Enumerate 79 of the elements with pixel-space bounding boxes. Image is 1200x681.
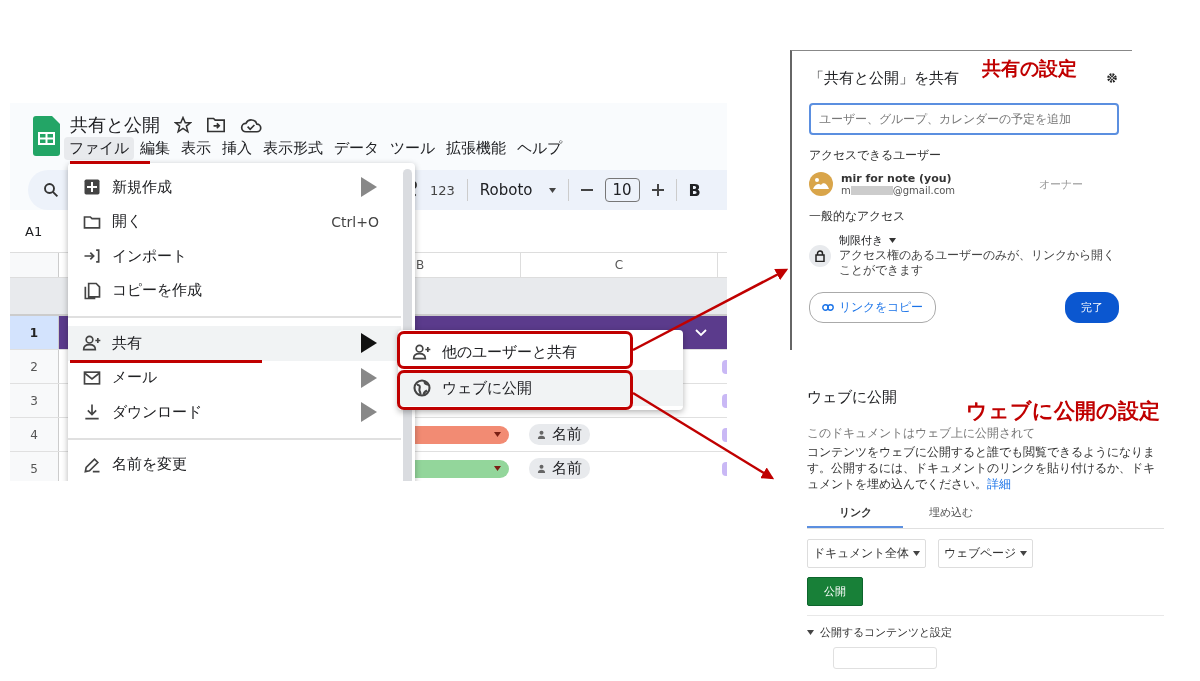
person-icon [537, 464, 546, 473]
section-heading: アクセスできるユーザー [809, 147, 942, 164]
row-number[interactable]: 2 [10, 350, 59, 383]
font-dropdown[interactable]: Roboto [479, 181, 556, 199]
download-icon [82, 402, 102, 423]
add-person-icon [82, 333, 102, 354]
menu-item[interactable]: 表示 [176, 137, 216, 160]
row-number[interactable]: 4 [10, 418, 59, 451]
publish-description: コンテンツをウェブに公開すると誰でも閲覧できるようになります。公開するには、ドキュメントのリンクを貼り付けるか、ドキュメントを埋め込んでください。詳細 [807, 444, 1156, 493]
dropdown[interactable]: ウェブページ [938, 538, 1033, 568]
collapsible-section[interactable]: 公開するコンテンツと設定 [807, 624, 1165, 640]
cloud-check-icon[interactable] [240, 116, 262, 134]
menu-item[interactable]: ファイル [64, 137, 134, 160]
star-icon[interactable] [174, 116, 192, 134]
section-heading: 一般的なアクセス [809, 208, 906, 225]
menu-item[interactable]: 編集 [135, 137, 175, 160]
plus-icon[interactable] [651, 184, 664, 196]
globe-icon [412, 378, 432, 398]
folder-move-icon[interactable] [206, 116, 226, 134]
menu-item[interactable]: ヘルプ [512, 137, 567, 160]
name-box[interactable]: A1 [25, 223, 43, 239]
menu-option[interactable]: インポート [68, 239, 401, 274]
search-icon[interactable] [42, 181, 60, 199]
dialog-title: 「共有と公開」を共有 [809, 68, 959, 88]
spreadsheet-logo-icon[interactable] [33, 116, 60, 156]
row-number[interactable]: 1 [10, 316, 59, 349]
row-number[interactable]: 5 [10, 452, 59, 481]
dropdown-caret-icon [548, 187, 556, 193]
dropdown-caret-icon [1020, 550, 1027, 556]
dropdown-caret-icon [913, 550, 920, 556]
dialog-title: ウェブに公開 [807, 388, 897, 407]
publish-button[interactable]: 公開 [807, 576, 863, 606]
menu-item[interactable]: データ [329, 137, 384, 160]
document-title[interactable]: 共有と公開 [70, 113, 160, 137]
font-size-field[interactable]: 10 [604, 178, 640, 202]
copy-link-button[interactable]: リンクをコピー [809, 292, 936, 323]
access-description: アクセス権のあるユーザーのみが、リンクから開くことができます [839, 248, 1116, 278]
role-label: オーナー [1039, 176, 1083, 192]
annotation-caption: ウェブに公開の設定 [966, 397, 1160, 425]
number-format-button[interactable]: 123 [430, 182, 455, 198]
chevron-down-icon[interactable] [695, 328, 707, 337]
column-header[interactable]: B [415, 258, 425, 272]
menu-option[interactable]: 共有 [68, 326, 401, 361]
plus-square-icon [82, 177, 102, 198]
menu-option[interactable]: 新規作成 [68, 170, 401, 205]
person-icon [537, 430, 546, 439]
link-icon [822, 304, 834, 311]
avatar-icon [809, 172, 833, 196]
lock-icon [809, 244, 831, 267]
dropdown-caret-icon [807, 629, 814, 635]
menu-item[interactable]: 挿入 [217, 137, 257, 160]
learn-more-link[interactable]: 詳細 [987, 477, 1011, 492]
tab[interactable]: リンク [807, 498, 903, 528]
add-people-field[interactable]: ユーザー、グループ、カレンダーの予定を追加 [809, 103, 1119, 135]
dropdown-caret-icon [889, 238, 896, 243]
menu-option[interactable]: 名前を変更 [68, 447, 401, 481]
menu-option[interactable]: 開く Ctrl+O [68, 204, 401, 239]
dropdown-caret-icon [494, 432, 501, 437]
add-person-icon [412, 342, 432, 362]
publish-status: このドキュメントはウェブ上に公開されて [807, 425, 1035, 442]
menu-option[interactable]: コピーを作成 [68, 273, 401, 308]
menu-option[interactable]: メール [68, 360, 401, 395]
user-email: m @gmail.com [841, 185, 956, 196]
user-name: mir for note (you) [841, 172, 953, 185]
dropdown-caret-icon [494, 466, 501, 471]
column-header[interactable]: C [614, 258, 624, 272]
done-button[interactable]: 完了 [1065, 292, 1119, 323]
tab[interactable]: 埋め込む [903, 498, 999, 528]
person-chip[interactable]: 名前 [529, 424, 590, 445]
row-number[interactable]: 3 [10, 384, 59, 417]
menu-option[interactable]: ダウンロード [68, 395, 401, 430]
menu-item[interactable]: ツール [385, 137, 440, 160]
access-dropdown[interactable]: 制限付き [839, 233, 1119, 248]
menu-item[interactable]: 表示形式 [258, 137, 328, 160]
menu-item[interactable]: 拡張機能 [441, 137, 511, 160]
person-chip[interactable]: 名前 [529, 458, 590, 479]
bold-button[interactable]: B [688, 180, 701, 200]
copy-icon [82, 280, 102, 301]
dropdown[interactable]: ドキュメント全体 [807, 538, 926, 568]
